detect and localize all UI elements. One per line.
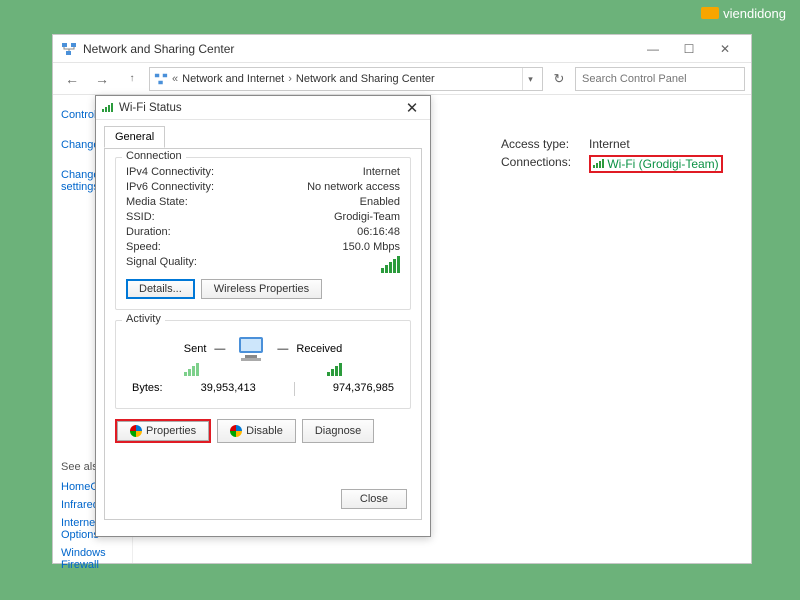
signal-bars-icon: [381, 256, 400, 273]
sent-label: Sent: [184, 343, 207, 355]
back-button[interactable]: ←: [59, 67, 85, 91]
dash-icon: —: [277, 343, 288, 355]
breadcrumb-item[interactable]: Network and Sharing Center: [296, 73, 435, 85]
computer-icon: [233, 335, 269, 363]
access-type-value: Internet: [589, 137, 630, 151]
access-type-label: Access type:: [501, 137, 583, 151]
conn-row: Media State:Enabled: [126, 196, 400, 208]
tabstrip: General: [96, 120, 430, 148]
recv-bars-icon: [327, 363, 342, 376]
access-type-row: Access type: Internet: [501, 137, 731, 151]
refresh-button[interactable]: ↻: [547, 67, 571, 91]
dialog-close-button[interactable]: ✕: [400, 99, 424, 117]
conn-row: IPv4 Connectivity:Internet: [126, 166, 400, 178]
connections-row: Connections: Wi-Fi (Grodigi-Team): [501, 155, 731, 173]
highlight-properties: Properties: [115, 419, 211, 443]
address-bar[interactable]: « Network and Internet › Network and Sha…: [149, 67, 543, 91]
dialog-panel: Connection IPv4 Connectivity:Internet IP…: [104, 148, 422, 520]
search-input[interactable]: [575, 67, 745, 91]
dialog-titlebar: Wi-Fi Status ✕: [96, 96, 430, 120]
connection-group: Connection IPv4 Connectivity:Internet IP…: [115, 157, 411, 310]
sidebar-link[interactable]: Windows Firewall: [61, 547, 124, 571]
bytes-sent: 39,953,413: [201, 382, 256, 396]
dash-icon: —: [214, 343, 225, 355]
signal-icon: [593, 159, 604, 168]
breadcrumb-item[interactable]: Network and Internet: [182, 73, 284, 85]
breadcrumb-sep: ›: [288, 73, 292, 85]
diagnose-button[interactable]: Diagnose: [302, 419, 374, 443]
properties-button[interactable]: Properties: [117, 421, 209, 441]
group-legend: Activity: [122, 313, 165, 325]
shield-icon: [130, 425, 142, 437]
close-window-button[interactable]: ✕: [707, 37, 743, 61]
up-button[interactable]: ↑: [119, 67, 145, 91]
received-label: Received: [296, 343, 342, 355]
activity-group: Activity Sent — — Received Bytes: 39,953…: [115, 320, 411, 409]
signal-icon: [102, 103, 113, 112]
titlebar: Network and Sharing Center — ☐ ✕: [53, 35, 751, 63]
conn-row: SSID:Grodigi-Team: [126, 211, 400, 223]
conn-row: IPv6 Connectivity:No network access: [126, 181, 400, 193]
group-legend: Connection: [122, 150, 186, 162]
wifi-connection-link[interactable]: Wi-Fi (Grodigi-Team): [607, 157, 718, 171]
watermark: viendidong: [701, 6, 786, 21]
conn-row: Speed:150.0 Mbps: [126, 241, 400, 253]
wireless-properties-button[interactable]: Wireless Properties: [201, 279, 322, 299]
shield-icon: [230, 425, 242, 437]
navbar: ← → ↑ « Network and Internet › Network a…: [53, 63, 751, 95]
signal-quality-row: Signal Quality:: [126, 256, 400, 273]
activity-diagram: Sent — — Received: [126, 335, 400, 363]
forward-button[interactable]: →: [89, 67, 115, 91]
sent-bars-icon: [184, 363, 199, 376]
details-button[interactable]: Details...: [126, 279, 195, 299]
address-dropdown[interactable]: ▾: [522, 68, 538, 90]
conn-row: Duration:06:16:48: [126, 226, 400, 238]
network-icon: [154, 72, 168, 86]
connections-label: Connections:: [501, 155, 583, 173]
window-title: Network and Sharing Center: [83, 42, 635, 56]
activity-bars: [126, 363, 400, 376]
dialog-title: Wi-Fi Status: [119, 102, 400, 114]
network-icon: [61, 41, 77, 57]
bytes-label: Bytes:: [132, 382, 163, 396]
bytes-received: 974,376,985: [333, 382, 394, 396]
minimize-button[interactable]: —: [635, 37, 671, 61]
breadcrumb-sep: «: [172, 73, 178, 85]
bytes-row: Bytes: 39,953,413 974,376,985: [126, 382, 400, 396]
tab-general[interactable]: General: [104, 126, 165, 148]
close-button[interactable]: Close: [341, 489, 407, 509]
wifi-status-dialog: Wi-Fi Status ✕ General Connection IPv4 C…: [95, 95, 431, 537]
maximize-button[interactable]: ☐: [671, 37, 707, 61]
highlight-wifi-link: Wi-Fi (Grodigi-Team): [589, 155, 723, 173]
disable-button[interactable]: Disable: [217, 419, 296, 443]
